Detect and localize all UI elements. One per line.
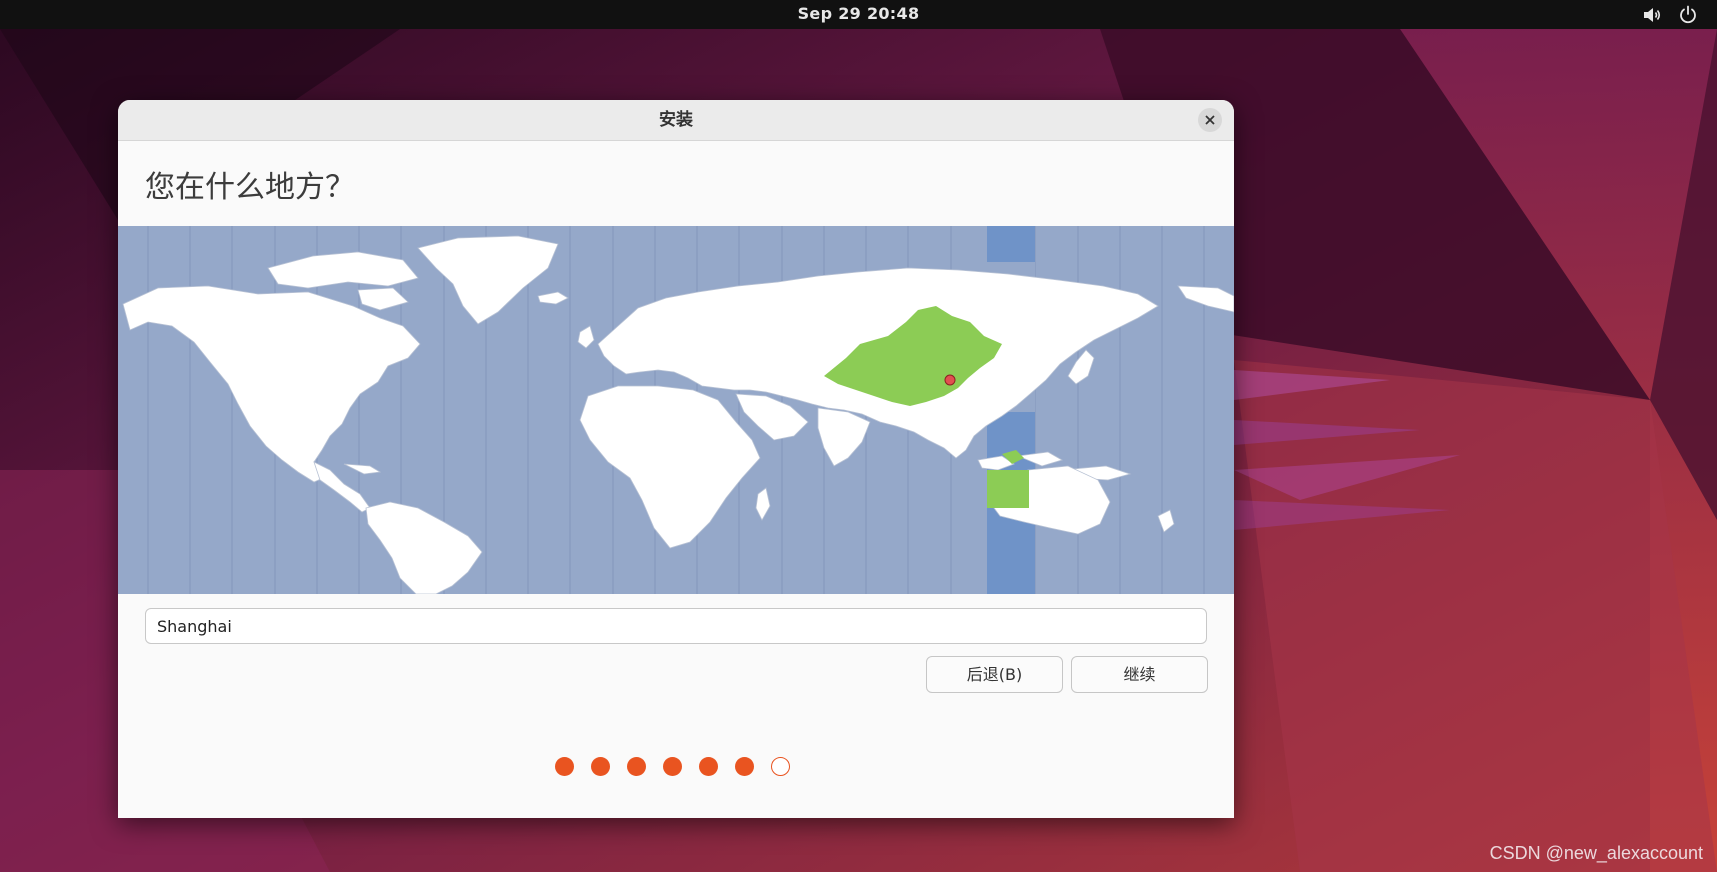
continue-button[interactable]: 继续 [1071, 656, 1208, 693]
clock[interactable]: Sep 29 20:48 [798, 4, 920, 23]
window-title: 安装 [659, 110, 693, 130]
clock-area: Sep 29 20:48 [0, 0, 1717, 29]
installer-window: 安装 您在什么地方？ Shanghai 后退(B) 继续 [118, 100, 1234, 818]
progress-dot-completed [627, 757, 646, 776]
progress-dot-completed [735, 757, 754, 776]
page-title: 您在什么地方？ [145, 170, 355, 205]
progress-dot-current [771, 757, 790, 776]
close-button[interactable] [1198, 108, 1222, 132]
progress-dot-completed [699, 757, 718, 776]
timezone-search-input[interactable] [145, 608, 1207, 644]
title-bar[interactable]: 安装 [118, 100, 1234, 141]
close-icon [1205, 115, 1215, 125]
back-button[interactable]: 后退(B) [926, 656, 1063, 693]
progress-dot-completed [591, 757, 610, 776]
progress-dot-completed [555, 757, 574, 776]
top-bar: Sep 29 20:48 [0, 0, 1717, 29]
speaker-icon[interactable] [1641, 4, 1663, 26]
timezone-map[interactable] [118, 226, 1234, 594]
progress-dot-completed [663, 757, 682, 776]
power-icon[interactable] [1677, 4, 1699, 26]
continents [122, 235, 1234, 594]
system-tray[interactable] [1641, 4, 1699, 26]
city-marker[interactable] [944, 374, 956, 386]
watermark-text: CSDN @new_alexaccount [1489, 843, 1703, 863]
